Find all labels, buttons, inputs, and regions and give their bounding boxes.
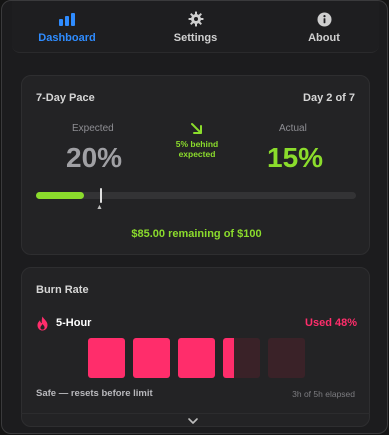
- expected-label: Expected: [72, 123, 114, 134]
- burn-window-name: 5-Hour: [56, 317, 92, 329]
- dashboard-content[interactable]: 7-Day Pace Day 2 of 7 Expected 20% 5% be…: [2, 53, 387, 433]
- gear-icon: [188, 10, 204, 28]
- tab-dashboard-label: Dashboard: [38, 32, 96, 44]
- pace-delta-line1: 5% behind: [175, 139, 219, 149]
- pace-card: 7-Day Pace Day 2 of 7 Expected 20% 5% be…: [21, 75, 370, 255]
- burn-blocks: [88, 338, 305, 378]
- burn-elapsed: 3h of 5h elapsed: [292, 389, 355, 399]
- burn-title: Burn Rate: [36, 284, 89, 296]
- burn-used-percent: Used 48%: [305, 317, 357, 329]
- burn-block: [133, 338, 170, 378]
- actual-label: Actual: [279, 123, 307, 134]
- burn-rate-card: Burn Rate 5-Hour Used 48% Safe — resets …: [21, 267, 370, 427]
- footer-divider: [21, 413, 370, 414]
- actual-value: 15%: [267, 142, 324, 173]
- info-icon: [317, 10, 332, 28]
- burn-window-row: 5-Hour Used 48%: [36, 316, 357, 332]
- expected-value: 20%: [66, 142, 123, 173]
- burn-block: [88, 338, 125, 378]
- tab-settings[interactable]: Settings: [141, 1, 251, 52]
- pace-delta-line2: expected: [178, 149, 216, 159]
- pace-day-label: Day 2 of 7: [303, 92, 355, 104]
- flame-icon: [37, 316, 48, 331]
- tab-bar: Dashboard Settings About: [12, 1, 379, 53]
- burn-block: [268, 338, 305, 378]
- tab-settings-label: Settings: [173, 32, 218, 44]
- marker-caret-icon: ▲: [96, 204, 103, 211]
- budget-remaining: $85.00 remaining of $100: [131, 228, 262, 240]
- pace-title: 7-Day Pace: [36, 92, 95, 104]
- pace-progress-bar: [36, 188, 356, 203]
- chevron-down-icon[interactable]: [187, 417, 199, 426]
- burn-status: Safe — resets before limit: [36, 388, 153, 399]
- pace-delta: 5% behind expected: [157, 122, 237, 159]
- bar-chart-icon: [58, 10, 76, 28]
- pace-progress-fill: [36, 192, 84, 199]
- tab-about[interactable]: About: [269, 1, 379, 52]
- arrow-down-right-icon: [191, 123, 202, 134]
- tab-dashboard[interactable]: Dashboard: [12, 1, 122, 52]
- app-window: Dashboard Settings About 7-Day Pace Day …: [1, 0, 388, 434]
- tab-about-label: About: [308, 32, 340, 44]
- burn-block: [223, 338, 260, 378]
- expected-marker: [100, 188, 102, 203]
- burn-block: [178, 338, 215, 378]
